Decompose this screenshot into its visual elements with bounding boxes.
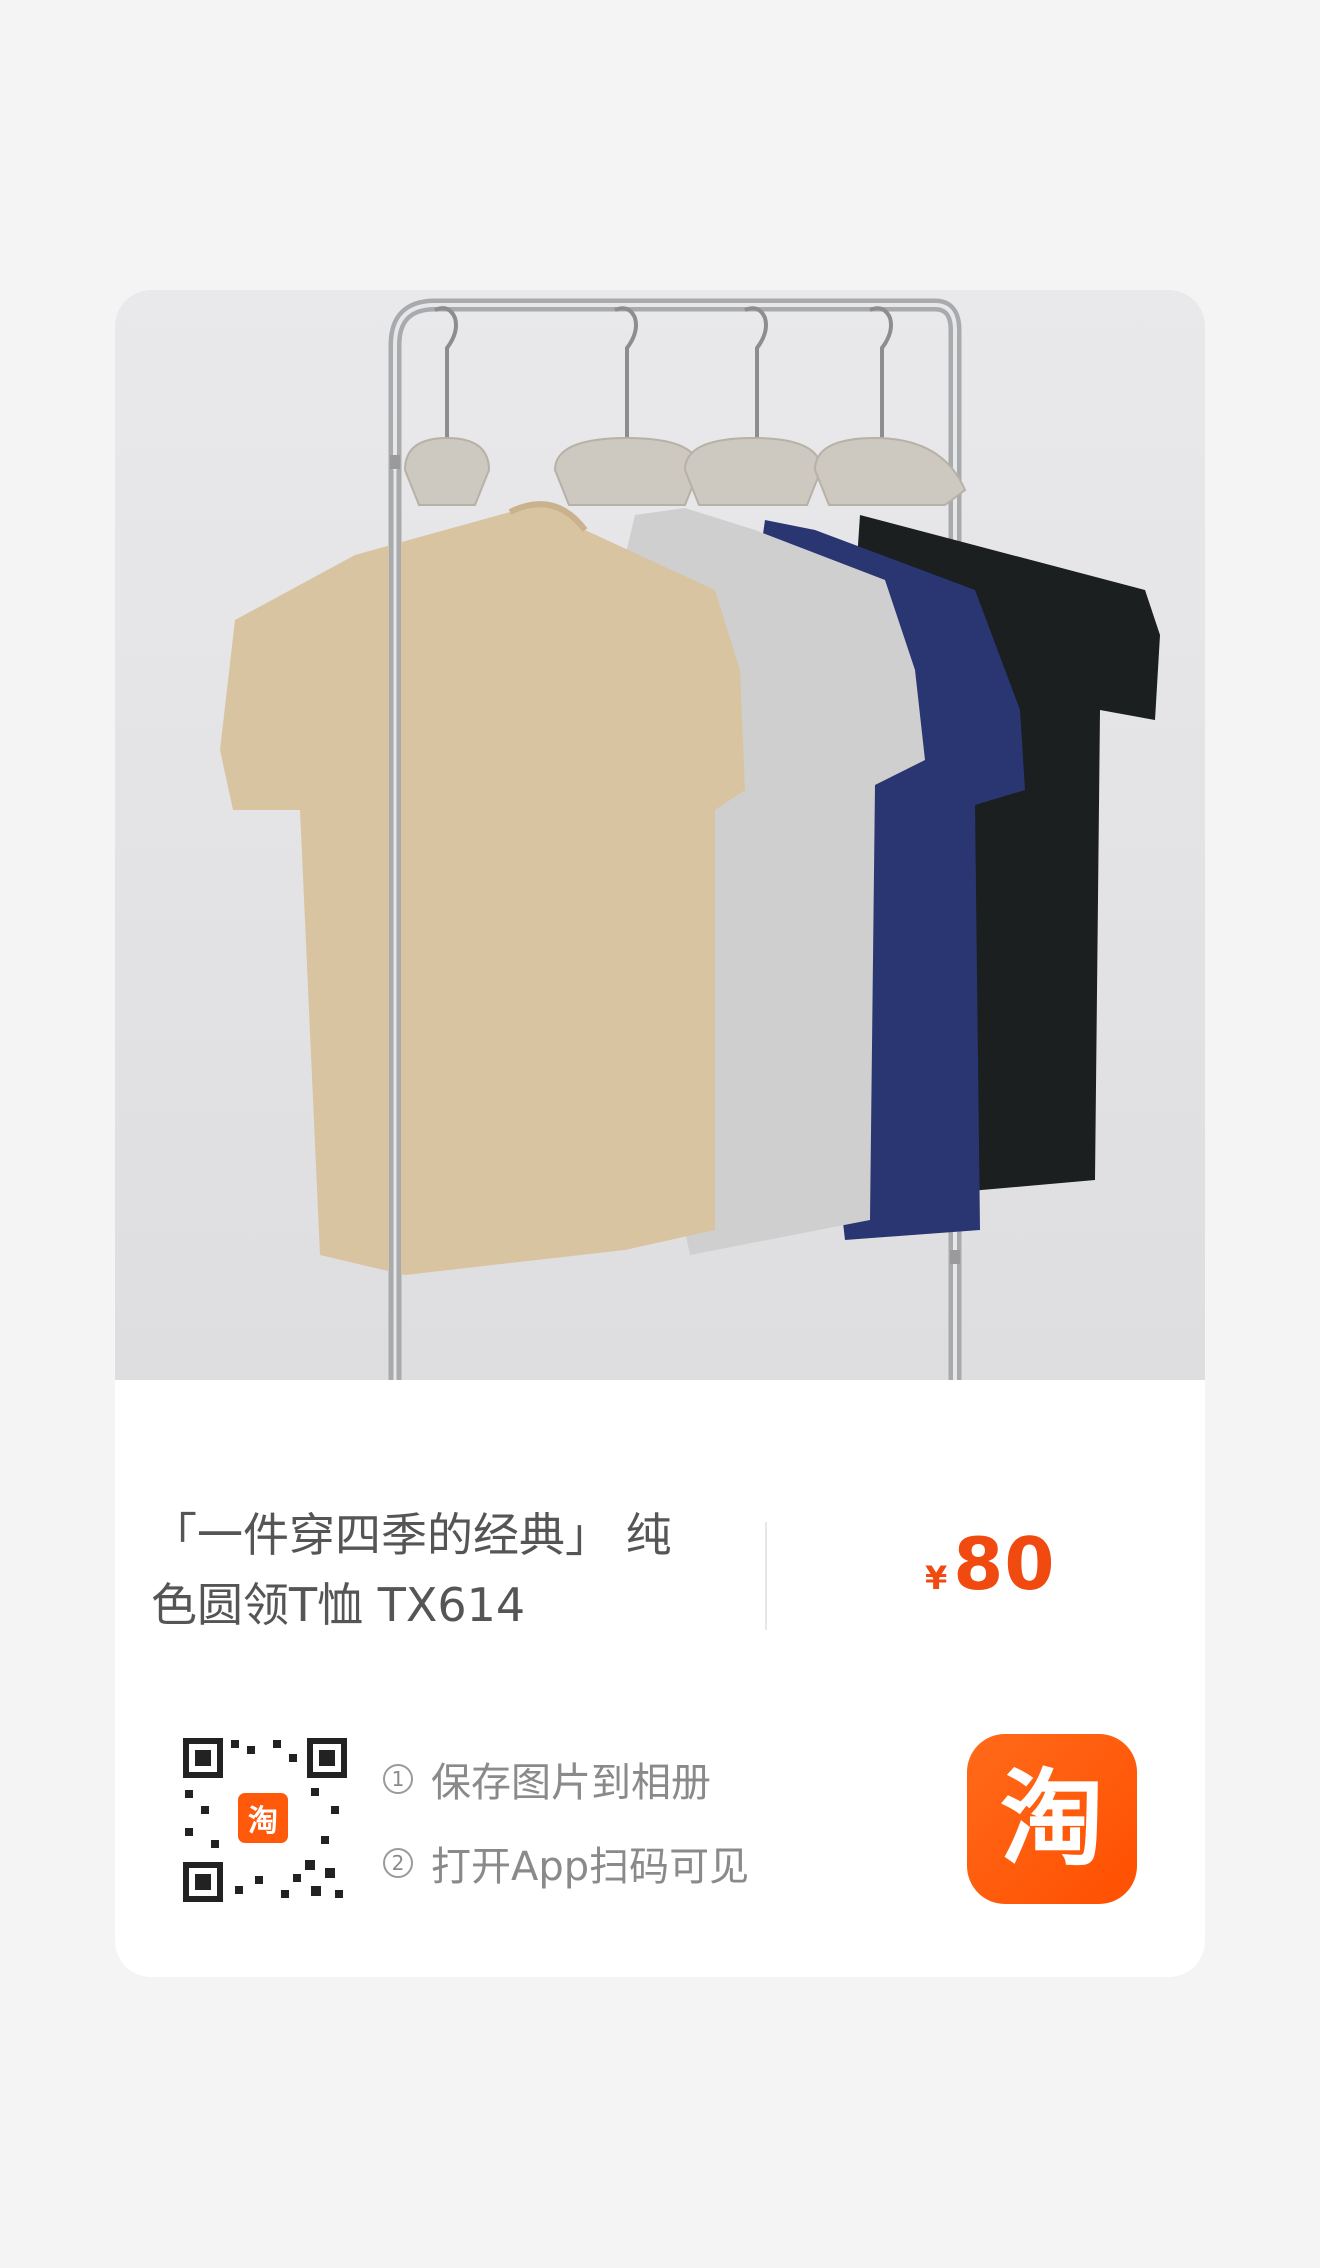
product-title: 「一件穿四季的经典」 纯 色圆领T恤 TX614 <box>151 1508 672 1632</box>
product-price: ¥ 80 <box>925 1522 1055 1606</box>
step-1-number-icon: 1 <box>383 1764 413 1794</box>
instruction-step-2: 2 打开App扫码可见 <box>383 1836 749 1890</box>
product-share-card: 「一件穿四季的经典」 纯 色圆领T恤 TX614 ¥ 80 淘 1 保存图片到相… <box>115 290 1205 1977</box>
step-2-text: 打开App扫码可见 <box>431 1844 750 1890</box>
instruction-step-1: 1 保存图片到相册 <box>383 1752 749 1806</box>
step-2-number-icon: 2 <box>383 1848 413 1878</box>
qr-code[interactable]: 淘 <box>181 1736 349 1904</box>
step-1-text: 保存图片到相册 <box>431 1760 711 1806</box>
currency-symbol: ¥ <box>925 1559 948 1597</box>
price-amount: 80 <box>953 1522 1056 1606</box>
scan-instructions: 1 保存图片到相册 2 打开App扫码可见 <box>383 1752 749 1920</box>
title-price-divider <box>765 1522 767 1630</box>
product-image <box>220 298 1160 1380</box>
product-photo[interactable] <box>115 290 1205 1380</box>
app-icon-glyph: 淘 <box>999 1758 1104 1880</box>
qr-center-logo: 淘 <box>233 1788 293 1848</box>
qr-logo-glyph: 淘 <box>248 1804 278 1839</box>
taobao-app-icon[interactable]: 淘 <box>967 1734 1137 1904</box>
